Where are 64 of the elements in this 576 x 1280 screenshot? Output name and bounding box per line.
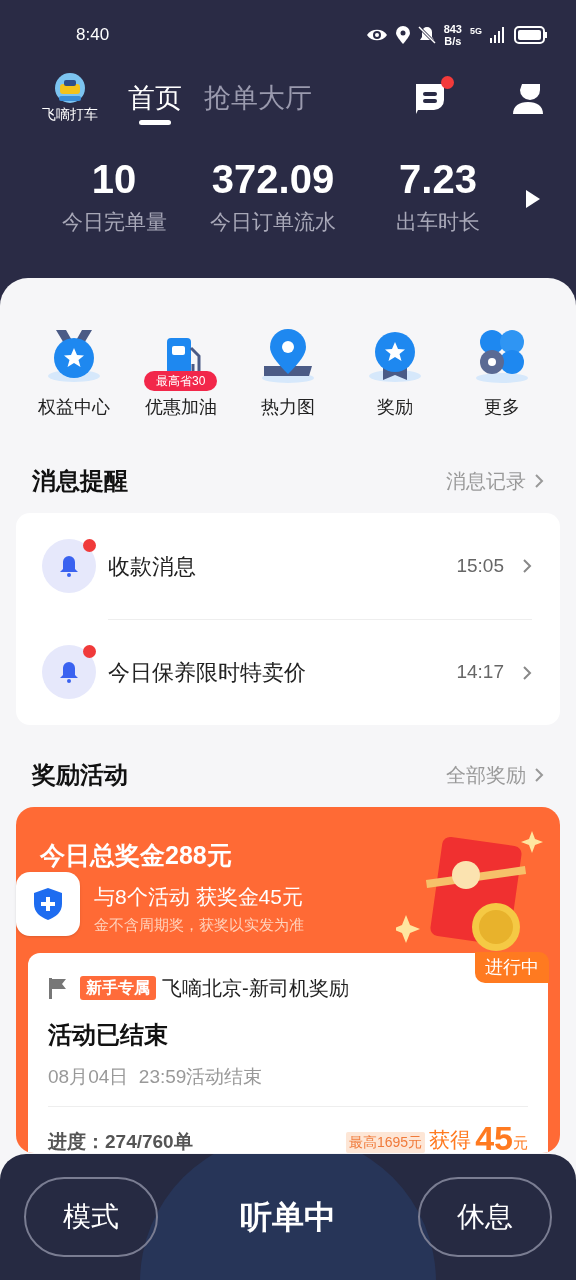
status-time: 8:40 xyxy=(76,24,110,47)
earned-unit: 元 xyxy=(513,1133,528,1153)
newcomer-tag: 新手专属 xyxy=(80,976,156,1000)
shortcut-item[interactable]: 热力图 xyxy=(234,324,342,421)
shortcut-item[interactable]: 更多 xyxy=(448,324,556,421)
chevron-right-icon xyxy=(534,473,544,489)
stat-label: 今日完单量 xyxy=(61,209,167,235)
stat-value: 372.09 xyxy=(211,156,335,203)
network-type: 5G xyxy=(470,25,482,38)
play-arrow-icon[interactable] xyxy=(526,190,540,208)
signal-icon xyxy=(490,27,506,43)
stat-label: 出车时长 xyxy=(396,209,480,235)
shortcut-item[interactable]: 权益中心 xyxy=(20,324,128,421)
max-reward-tag: 最高1695元 xyxy=(346,1131,426,1153)
status-tag: 进行中 xyxy=(475,952,549,983)
logo-text: 飞嘀打车 xyxy=(42,104,98,124)
bell-icon xyxy=(59,661,79,683)
chevron-right-icon xyxy=(534,767,544,783)
stat-value: 10 xyxy=(91,156,137,203)
chevron-right-icon xyxy=(522,664,532,681)
shortcut-label: 热力图 xyxy=(261,396,315,419)
message-title: 收款消息 xyxy=(108,552,197,581)
logo-icon xyxy=(53,71,87,104)
banner-note: 金不含周期奖，获奖以实发为准 xyxy=(94,915,304,935)
shortcut-label: 优惠加油 xyxy=(144,396,217,419)
message-row[interactable]: 今日保养限时特卖价 14:17 xyxy=(16,619,560,725)
section-title: 消息提醒 xyxy=(32,466,128,496)
message-time: 15:05 xyxy=(456,553,504,578)
banner-title: 今日总奖金288元 xyxy=(40,840,233,871)
shortcut-label: 奖励 xyxy=(377,396,414,419)
message-time: 14:17 xyxy=(456,660,504,685)
listening-button[interactable]: 听单中 xyxy=(240,1193,336,1241)
activity-end-time: 08月04日 23:59活动结束 xyxy=(48,1065,264,1089)
section-title: 奖励活动 xyxy=(32,760,128,790)
shield-icon xyxy=(33,887,63,921)
safety-shield-button[interactable] xyxy=(16,872,80,936)
profile-icon[interactable] xyxy=(512,82,544,114)
earned-label: 获得 xyxy=(429,1127,472,1153)
network-speed: 843 xyxy=(443,23,462,35)
message-title: 今日保养限时特卖价 xyxy=(108,659,307,687)
earned-amount: 45 xyxy=(475,1118,513,1153)
location-icon xyxy=(395,26,410,44)
shortcut-label: 更多 xyxy=(484,396,521,419)
nav-tab[interactable]: 首页 xyxy=(128,81,182,125)
battery-icon xyxy=(514,26,548,44)
shortcut-item[interactable]: 最高省30 优惠加油 xyxy=(127,324,235,421)
eye-icon xyxy=(365,28,388,42)
bell-icon xyxy=(59,555,79,577)
bell-off-icon xyxy=(417,26,436,44)
activity-headline: 活动已结束 xyxy=(48,1020,169,1050)
stat-value: 7.23 xyxy=(399,156,477,203)
shortcut-label: 权益中心 xyxy=(37,396,110,419)
message-row[interactable]: 收款消息 15:05 xyxy=(16,513,560,619)
chevron-right-icon xyxy=(522,558,532,574)
activity-name: 飞嘀北京-新司机奖励 xyxy=(162,976,349,1001)
banner-subtitle: 与8个活动 获奖金45元 xyxy=(94,883,303,910)
network-speed-unit: B/s xyxy=(444,35,462,47)
mode-button[interactable]: 模式 xyxy=(24,1177,158,1257)
rest-button[interactable]: 休息 xyxy=(418,1177,552,1257)
stat-label: 今日订单流水 xyxy=(210,209,336,235)
flag-icon xyxy=(48,977,68,999)
promo-badge: 最高省30 xyxy=(144,371,218,391)
nav-tab[interactable]: 抢单大厅 xyxy=(204,81,312,125)
shortcut-item[interactable]: 奖励 xyxy=(341,324,449,421)
